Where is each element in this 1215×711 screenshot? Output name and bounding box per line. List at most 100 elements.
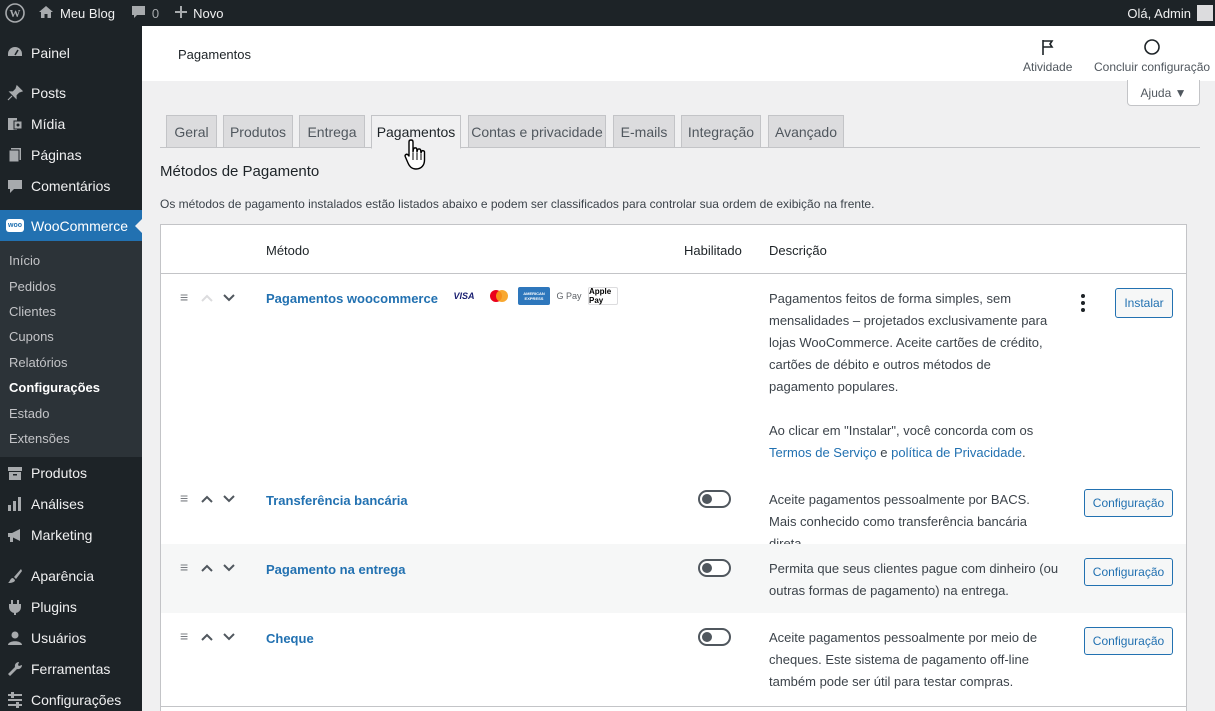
move-down-icon[interactable] — [221, 491, 237, 507]
sidebar-item-label: Análises — [31, 495, 84, 512]
comments-link[interactable]: 0 — [123, 0, 167, 26]
sidebar-item-label: Produtos — [31, 464, 88, 481]
move-up-icon[interactable] — [199, 560, 215, 576]
help-button[interactable]: Ajuda ▼ — [1127, 80, 1200, 106]
method-name-link[interactable]: Cheque — [266, 631, 314, 646]
move-up-icon[interactable] — [199, 629, 215, 645]
sidebar-item-plugins[interactable]: Plugins — [0, 591, 142, 622]
submenu-item-pedidos[interactable]: Pedidos — [0, 273, 142, 298]
new-content-link[interactable]: Novo — [167, 0, 231, 26]
google-pay-logo: G Pay — [556, 291, 582, 301]
move-up-icon[interactable] — [199, 491, 215, 507]
sidebar-item-label: Marketing — [31, 526, 93, 543]
new-label: Novo — [193, 5, 224, 21]
submenu-item-relatorios[interactable]: Relatórios — [0, 350, 142, 375]
sidebar-item-midia[interactable]: Mídia — [0, 108, 142, 139]
submenu-item-estado[interactable]: Estado — [0, 400, 142, 425]
activity-label: Atividade — [1023, 60, 1073, 74]
move-up-icon[interactable] — [199, 290, 215, 306]
submenu-item-configuracoes[interactable]: Configurações — [0, 375, 142, 400]
section-title: Métodos de Pagamento — [160, 163, 320, 180]
sidebar-item-analises[interactable]: Análises — [0, 488, 142, 519]
sidebar-item-ferramentas[interactable]: Ferramentas — [0, 653, 142, 684]
table-row: ≡ Pagamentos woocommerce VISA AMERICAN E… — [161, 274, 1186, 475]
wrench-icon — [6, 660, 24, 678]
my-account-link[interactable]: Olá, Admin — [1119, 0, 1215, 26]
submenu-item-clientes[interactable]: Clientes — [0, 299, 142, 324]
woocommerce-submenu: Início Pedidos Clientes Cupons Relatório… — [0, 241, 142, 458]
woocommerce-icon: woo — [6, 217, 24, 235]
tab-geral[interactable]: Geral — [166, 115, 217, 148]
sidebar-item-aparencia[interactable]: Aparência — [0, 560, 142, 591]
configure-button[interactable]: Configuração — [1084, 489, 1173, 517]
settings-icon — [6, 691, 24, 709]
comment-icon — [131, 5, 146, 22]
method-name-link[interactable]: Pagamento na entrega — [266, 562, 405, 577]
sidebar-item-label: Aparência — [31, 567, 95, 584]
comments-icon — [6, 177, 24, 195]
enable-toggle[interactable] — [698, 628, 731, 646]
submenu-item-extensoes[interactable]: Extensões — [0, 426, 142, 451]
method-name-link[interactable]: Pagamentos woocommerce — [266, 291, 438, 306]
sidebar-item-usuarios[interactable]: Usuários — [0, 622, 142, 653]
visa-logo: VISA — [453, 291, 475, 301]
method-description: Permita que seus clientes pague com dinh… — [769, 561, 1059, 598]
sidebar-item-produtos[interactable]: Produtos — [0, 457, 142, 488]
sidebar-item-configuracoes[interactable]: Configurações — [0, 684, 142, 711]
terms-of-service-link[interactable]: Termos de Serviço — [769, 445, 877, 460]
sidebar-item-posts[interactable]: Posts — [0, 77, 142, 108]
media-icon — [6, 115, 24, 133]
submenu-item-inicio[interactable]: Início — [0, 248, 142, 273]
configure-button[interactable]: Configuração — [1084, 558, 1173, 586]
drag-handle-icon[interactable]: ≡ — [180, 628, 188, 644]
sidebar-item-label: Painel — [31, 44, 70, 61]
move-down-icon[interactable] — [221, 629, 237, 645]
dashboard-icon — [6, 44, 24, 62]
column-header-enabled: Habilitado — [684, 243, 742, 258]
drag-handle-icon[interactable]: ≡ — [180, 490, 188, 506]
megaphone-icon — [6, 526, 24, 544]
move-down-icon[interactable] — [221, 560, 237, 576]
site-name-link[interactable]: Meu Blog — [30, 0, 123, 26]
tab-contas-privacidade[interactable]: Contas e privacidade — [468, 115, 606, 148]
drag-handle-icon[interactable]: ≡ — [180, 559, 188, 575]
admin-sidebar: Painel Posts Mídia Páginas Comentários w… — [0, 26, 142, 711]
method-name-link[interactable]: Transferência bancária — [266, 493, 408, 508]
sidebar-item-label: Configurações — [31, 691, 122, 708]
apple-pay-logo: Apple Pay — [588, 287, 618, 305]
wordpress-logo-icon[interactable]: W — [0, 0, 30, 26]
sidebar-item-marketing[interactable]: Marketing — [0, 519, 142, 550]
sidebar-item-label: Posts — [31, 84, 67, 101]
move-down-icon[interactable] — [221, 290, 237, 306]
tab-emails[interactable]: E-mails — [613, 115, 675, 148]
tab-integracao[interactable]: Integração — [681, 115, 761, 148]
users-icon — [6, 629, 24, 647]
sidebar-item-label: WooCommerce — [31, 217, 128, 234]
flag-icon — [1040, 37, 1056, 57]
greeting: Olá, Admin — [1127, 5, 1191, 21]
finish-setup-button[interactable]: Concluir configuração — [1094, 37, 1210, 74]
tab-produtos[interactable]: Produtos — [223, 115, 293, 148]
enable-toggle[interactable] — [698, 490, 731, 508]
sidebar-item-paginas[interactable]: Páginas — [0, 139, 142, 170]
sidebar-item-woocommerce[interactable]: woo WooCommerce — [0, 210, 142, 241]
install-button[interactable]: Instalar — [1115, 288, 1173, 318]
sidebar-item-label: Páginas — [31, 146, 82, 163]
privacy-policy-link[interactable]: política de Privacidade — [891, 445, 1022, 460]
tab-entrega[interactable]: Entrega — [299, 115, 365, 148]
sidebar-item-painel[interactable]: Painel — [0, 37, 142, 68]
circle-icon — [1143, 37, 1161, 57]
more-options-icon[interactable] — [1079, 294, 1087, 312]
activity-button[interactable]: Atividade — [1023, 37, 1072, 74]
page-title: Pagamentos — [178, 47, 251, 62]
tab-avancado[interactable]: Avançado — [768, 115, 844, 148]
and-text: e — [880, 445, 888, 460]
submenu-item-cupons[interactable]: Cupons — [0, 324, 142, 349]
column-header-method: Método — [266, 243, 310, 258]
column-header-description: Descrição — [769, 243, 827, 258]
enable-toggle[interactable] — [698, 559, 731, 577]
archive-icon — [6, 464, 24, 482]
drag-handle-icon[interactable]: ≡ — [180, 289, 188, 305]
sidebar-item-comentarios[interactable]: Comentários — [0, 170, 142, 201]
configure-button[interactable]: Configuração — [1084, 627, 1173, 655]
